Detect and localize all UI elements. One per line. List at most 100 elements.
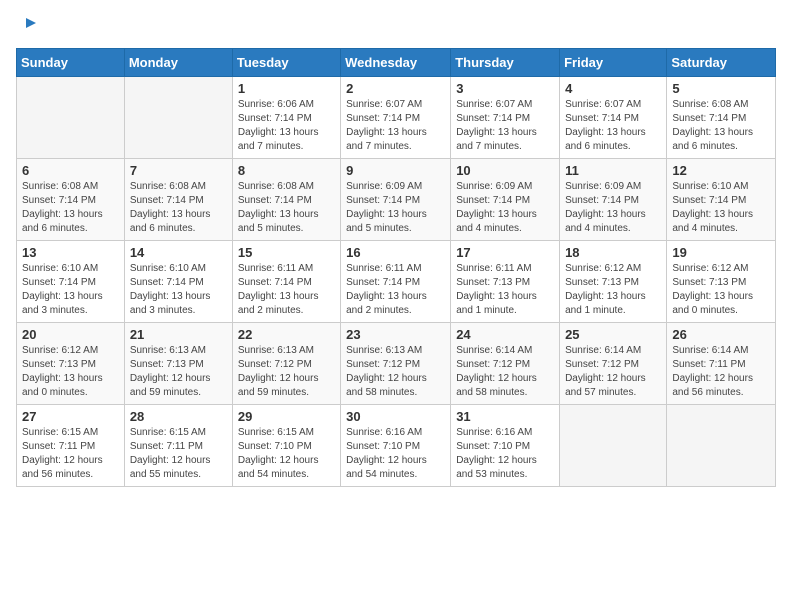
day-number: 27 (22, 409, 119, 424)
calendar-cell: 17 Sunrise: 6:11 AM Sunset: 7:13 PM Dayli… (451, 241, 560, 323)
logo (16, 16, 38, 36)
day-number: 21 (130, 327, 227, 342)
weekday-header-thursday: Thursday (451, 49, 560, 77)
day-detail: Sunrise: 6:07 AM Sunset: 7:14 PM Dayligh… (456, 98, 554, 154)
day-number: 30 (346, 409, 445, 424)
weekday-header-saturday: Saturday (667, 49, 776, 77)
calendar-cell (124, 77, 232, 159)
calendar-cell: 26 Sunrise: 6:14 AM Sunset: 7:11 PM Dayli… (667, 323, 776, 405)
day-detail: Sunrise: 6:14 AM Sunset: 7:11 PM Dayligh… (672, 344, 770, 400)
calendar-header-row: SundayMondayTuesdayWednesdayThursdayFrid… (17, 49, 776, 77)
day-number: 2 (346, 81, 445, 96)
calendar-cell (17, 77, 125, 159)
day-detail: Sunrise: 6:13 AM Sunset: 7:12 PM Dayligh… (346, 344, 445, 400)
day-number: 9 (346, 163, 445, 178)
calendar-cell: 8Sunrise: 6:08 AM Sunset: 7:14 PM Daylig… (232, 159, 340, 241)
calendar-cell: 11 Sunrise: 6:09 AM Sunset: 7:14 PM Dayli… (560, 159, 667, 241)
day-number: 17 (456, 245, 554, 260)
calendar-cell: 20Sunrise: 6:12 AM Sunset: 7:13 PM Dayli… (17, 323, 125, 405)
calendar-cell: 2 Sunrise: 6:07 AM Sunset: 7:14 PM Daylig… (341, 77, 451, 159)
day-detail: Sunrise: 6:07 AM Sunset: 7:14 PM Dayligh… (346, 98, 445, 154)
day-detail: Sunrise: 6:08 AM Sunset: 7:14 PM Dayligh… (130, 180, 227, 236)
weekday-header-monday: Monday (124, 49, 232, 77)
calendar-cell: 6 Sunrise: 6:08 AM Sunset: 7:14 PM Daylig… (17, 159, 125, 241)
day-number: 12 (672, 163, 770, 178)
day-detail: Sunrise: 6:15 AM Sunset: 7:10 PM Dayligh… (238, 426, 335, 482)
calendar-cell: 30 Sunrise: 6:16 AM Sunset: 7:10 PM Dayli… (341, 405, 451, 487)
calendar-cell: 13 Sunrise: 6:10 AM Sunset: 7:14 PM Dayli… (17, 241, 125, 323)
day-detail: Sunrise: 6:16 AM Sunset: 7:10 PM Dayligh… (346, 426, 445, 482)
calendar-cell: 12 Sunrise: 6:10 AM Sunset: 7:14 PM Dayli… (667, 159, 776, 241)
calendar-cell: 28 Sunrise: 6:15 AM Sunset: 7:11 PM Dayli… (124, 405, 232, 487)
day-number: 4 (565, 81, 661, 96)
day-number: 6 (22, 163, 119, 178)
calendar-week-4: 20Sunrise: 6:12 AM Sunset: 7:13 PM Dayli… (17, 323, 776, 405)
day-number: 10 (456, 163, 554, 178)
calendar-cell: 22 Sunrise: 6:13 AM Sunset: 7:12 PM Dayli… (232, 323, 340, 405)
page-header (16, 16, 776, 36)
calendar-cell: 31 Sunrise: 6:16 AM Sunset: 7:10 PM Dayli… (451, 405, 560, 487)
calendar-cell: 7 Sunrise: 6:08 AM Sunset: 7:14 PM Daylig… (124, 159, 232, 241)
day-number: 22 (238, 327, 335, 342)
day-detail: Sunrise: 6:13 AM Sunset: 7:13 PM Dayligh… (130, 344, 227, 400)
calendar-cell: 1 Sunrise: 6:06 AM Sunset: 7:14 PM Daylig… (232, 77, 340, 159)
day-detail: Sunrise: 6:14 AM Sunset: 7:12 PM Dayligh… (565, 344, 661, 400)
calendar-cell (560, 405, 667, 487)
day-detail: Sunrise: 6:14 AM Sunset: 7:12 PM Dayligh… (456, 344, 554, 400)
day-number: 25 (565, 327, 661, 342)
day-number: 13 (22, 245, 119, 260)
day-number: 8 (238, 163, 335, 178)
calendar-cell: 24 Sunrise: 6:14 AM Sunset: 7:12 PM Dayli… (451, 323, 560, 405)
day-number: 16 (346, 245, 445, 260)
calendar-cell: 19 Sunrise: 6:12 AM Sunset: 7:13 PM Dayli… (667, 241, 776, 323)
day-number: 11 (565, 163, 661, 178)
day-detail: Sunrise: 6:09 AM Sunset: 7:14 PM Dayligh… (456, 180, 554, 236)
day-number: 19 (672, 245, 770, 260)
day-number: 5 (672, 81, 770, 96)
day-detail: Sunrise: 6:15 AM Sunset: 7:11 PM Dayligh… (130, 426, 227, 482)
logo-flag-icon (18, 16, 38, 36)
weekday-header-tuesday: Tuesday (232, 49, 340, 77)
day-detail: Sunrise: 6:07 AM Sunset: 7:14 PM Dayligh… (565, 98, 661, 154)
calendar-cell: 16 Sunrise: 6:11 AM Sunset: 7:14 PM Dayli… (341, 241, 451, 323)
calendar-week-1: 1 Sunrise: 6:06 AM Sunset: 7:14 PM Daylig… (17, 77, 776, 159)
calendar-cell: 18Sunrise: 6:12 AM Sunset: 7:13 PM Dayli… (560, 241, 667, 323)
calendar-cell: 4 Sunrise: 6:07 AM Sunset: 7:14 PM Daylig… (560, 77, 667, 159)
day-number: 26 (672, 327, 770, 342)
weekday-header-friday: Friday (560, 49, 667, 77)
day-detail: Sunrise: 6:09 AM Sunset: 7:14 PM Dayligh… (346, 180, 445, 236)
day-detail: Sunrise: 6:10 AM Sunset: 7:14 PM Dayligh… (22, 262, 119, 318)
calendar-cell: 9 Sunrise: 6:09 AM Sunset: 7:14 PM Daylig… (341, 159, 451, 241)
calendar-week-5: 27 Sunrise: 6:15 AM Sunset: 7:11 PM Dayli… (17, 405, 776, 487)
day-detail: Sunrise: 6:11 AM Sunset: 7:14 PM Dayligh… (238, 262, 335, 318)
day-detail: Sunrise: 6:12 AM Sunset: 7:13 PM Dayligh… (672, 262, 770, 318)
day-detail: Sunrise: 6:11 AM Sunset: 7:14 PM Dayligh… (346, 262, 445, 318)
day-detail: Sunrise: 6:16 AM Sunset: 7:10 PM Dayligh… (456, 426, 554, 482)
day-detail: Sunrise: 6:08 AM Sunset: 7:14 PM Dayligh… (672, 98, 770, 154)
day-detail: Sunrise: 6:11 AM Sunset: 7:13 PM Dayligh… (456, 262, 554, 318)
calendar-cell: 10 Sunrise: 6:09 AM Sunset: 7:14 PM Dayli… (451, 159, 560, 241)
day-number: 3 (456, 81, 554, 96)
weekday-header-sunday: Sunday (17, 49, 125, 77)
day-number: 7 (130, 163, 227, 178)
day-detail: Sunrise: 6:08 AM Sunset: 7:14 PM Dayligh… (22, 180, 119, 236)
calendar-cell: 3 Sunrise: 6:07 AM Sunset: 7:14 PM Daylig… (451, 77, 560, 159)
day-number: 24 (456, 327, 554, 342)
day-detail: Sunrise: 6:15 AM Sunset: 7:11 PM Dayligh… (22, 426, 119, 482)
calendar-cell (667, 405, 776, 487)
calendar-cell: 21 Sunrise: 6:13 AM Sunset: 7:13 PM Dayli… (124, 323, 232, 405)
calendar-table: SundayMondayTuesdayWednesdayThursdayFrid… (16, 48, 776, 487)
day-detail: Sunrise: 6:10 AM Sunset: 7:14 PM Dayligh… (672, 180, 770, 236)
day-detail: Sunrise: 6:06 AM Sunset: 7:14 PM Dayligh… (238, 98, 335, 154)
calendar-cell: 23Sunrise: 6:13 AM Sunset: 7:12 PM Dayli… (341, 323, 451, 405)
day-detail: Sunrise: 6:13 AM Sunset: 7:12 PM Dayligh… (238, 344, 335, 400)
day-detail: Sunrise: 6:09 AM Sunset: 7:14 PM Dayligh… (565, 180, 661, 236)
day-number: 1 (238, 81, 335, 96)
calendar-week-2: 6 Sunrise: 6:08 AM Sunset: 7:14 PM Daylig… (17, 159, 776, 241)
day-number: 15 (238, 245, 335, 260)
day-number: 28 (130, 409, 227, 424)
calendar-week-3: 13 Sunrise: 6:10 AM Sunset: 7:14 PM Dayli… (17, 241, 776, 323)
calendar-cell: 15 Sunrise: 6:11 AM Sunset: 7:14 PM Dayli… (232, 241, 340, 323)
day-number: 31 (456, 409, 554, 424)
day-detail: Sunrise: 6:12 AM Sunset: 7:13 PM Dayligh… (22, 344, 119, 400)
